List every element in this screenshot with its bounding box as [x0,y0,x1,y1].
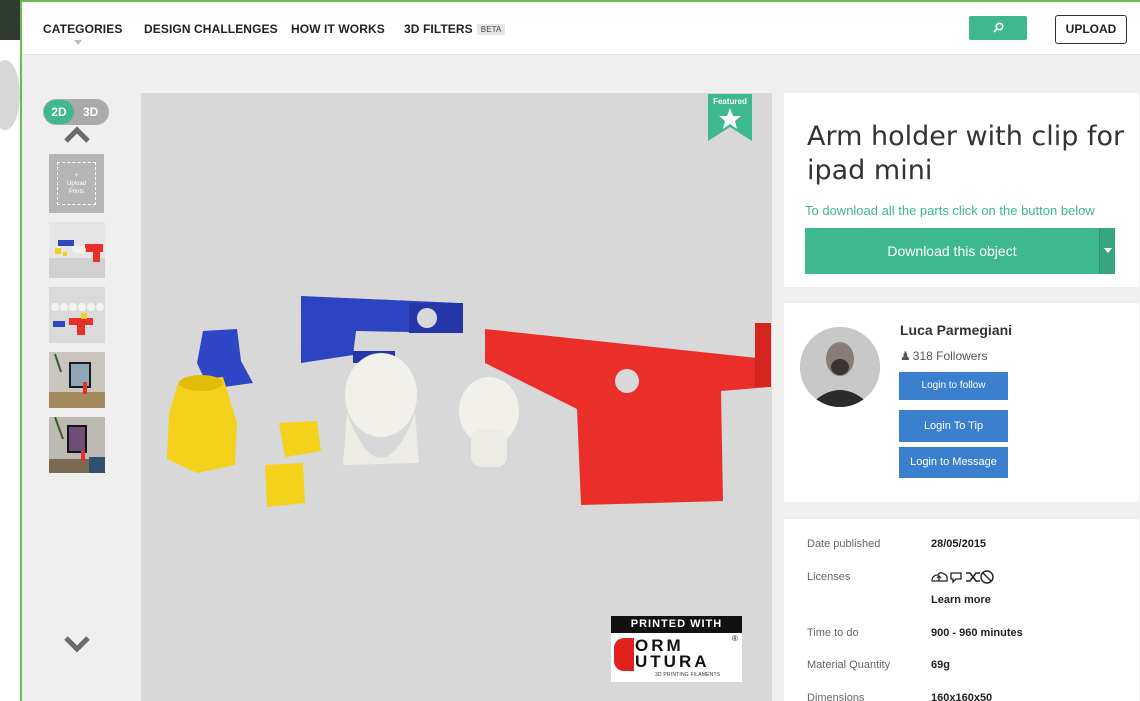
printed-with-text: PRINTED WITH [611,616,742,633]
yellow-nut-2 [265,463,305,507]
nav-how-it-works[interactable]: HOW IT WORKS [291,22,385,36]
thumbnail-1-image [49,240,105,278]
thumbnail-3[interactable] [49,352,105,408]
dimensions-label: Dimensions [807,692,865,701]
thumbnail-2[interactable] [49,287,105,343]
desktop-background-shape [0,60,20,130]
main-object-image[interactable]: Featured PRINTED WITH ORM UTURA ® 3D PRI… [141,93,772,701]
download-hint: To download all the parts click on the b… [805,203,1095,218]
top-navigation: CATEGORIES DESIGN CHALLENGES HOW IT WORK… [22,2,1140,55]
download-dropdown-button[interactable] [1099,228,1115,274]
login-to-tip-button[interactable]: Login To Tip [899,410,1008,442]
thumbnail-4[interactable] [49,417,105,473]
thumbnail-4-image [49,417,105,473]
thumbnail-2-image [49,287,105,343]
browser-page: CATEGORIES DESIGN CHALLENGES HOW IT WORK… [20,0,1140,701]
yellow-cup-part [167,377,237,473]
chevron-up-icon[interactable] [63,126,91,144]
date-published-value: 28/05/2015 [931,538,987,550]
learn-more-link[interactable]: Learn more [931,594,991,606]
material-quantity-label: Material Quantity [807,659,891,671]
upload-button[interactable]: UPLOAD [1055,15,1127,44]
search-button[interactable] [969,16,1027,40]
avatar[interactable] [800,327,880,407]
registered-mark: ® [732,634,738,643]
formfutura-line2: UTURA [635,652,710,671]
nav-3d-filters[interactable]: 3D FILTERS BETA [404,22,506,36]
white-ball-1 [345,353,417,437]
desktop-background [0,0,22,701]
followers-count: ♟ 318 Followers [900,349,987,363]
view-mode-toggle[interactable]: 2D 3D [43,99,109,125]
yellow-nut-1 [279,421,321,457]
object-title: Arm holder with clip for ipad mini [807,121,1125,186]
toggle-3d[interactable]: 3D [83,99,98,125]
formfutura-f-mark [614,638,634,671]
material-quantity-value: 69g [931,659,950,671]
thumbnail-3-image [49,352,105,408]
nav-categories[interactable]: CATEGORIES [43,22,122,36]
printed-parts-photo [141,93,772,701]
nav-design-challenges[interactable]: DESIGN CHALLENGES [144,22,278,36]
user-icon: ♟ [900,349,911,363]
toggle-2d[interactable]: 2D [44,100,74,124]
date-published-label: Date published [807,538,881,550]
followers-text: 318 Followers [912,349,988,363]
object-details-card: Date published 28/05/2015 Licenses Learn… [784,519,1139,701]
featured-badge: Featured [708,94,752,141]
upload-prints-line1: Upload [66,181,86,187]
login-to-follow-button[interactable]: Login to follow [899,372,1008,400]
upload-prints-line2: Prints [68,189,85,195]
author-name[interactable]: Luca Parmegiani [900,322,1012,338]
chevron-down-icon[interactable] [63,635,91,653]
time-to-do-value: 900 - 960 minutes [931,627,1023,639]
download-button[interactable]: Download this object [805,228,1099,274]
featured-label: Featured [713,97,747,106]
thumbnail-1[interactable] [49,222,105,278]
search-icon [993,22,1004,33]
licenses-label: Licenses [807,571,851,583]
login-to-message-button[interactable]: Login to Message [899,447,1008,478]
dimensions-value: 160x160x50 [931,692,993,701]
upload-prints-tile[interactable]: + Upload Prints [49,154,104,213]
chevron-down-icon [74,40,82,45]
desktop-background-dark [0,0,22,40]
avatar-image [800,327,880,407]
nav-3d-filters-label: 3D FILTERS [404,22,473,36]
formfutura-tagline: 3D PRINTING FILAMENTS [655,672,721,678]
author-card: Luca Parmegiani ♟ 318 Followers Login to … [784,303,1139,502]
upload-prints-plus: + [74,173,79,179]
object-title-card: Arm holder with clip for ipad mini To do… [784,93,1139,287]
printed-with-formfutura-logo: PRINTED WITH ORM UTURA ® 3D PRINTING FIL… [611,616,742,682]
upload-prints-dashed-box: + Upload Prints [57,162,96,205]
beta-badge: BETA [476,24,506,35]
time-to-do-label: Time to do [807,627,859,639]
license-icons[interactable] [930,569,994,585]
